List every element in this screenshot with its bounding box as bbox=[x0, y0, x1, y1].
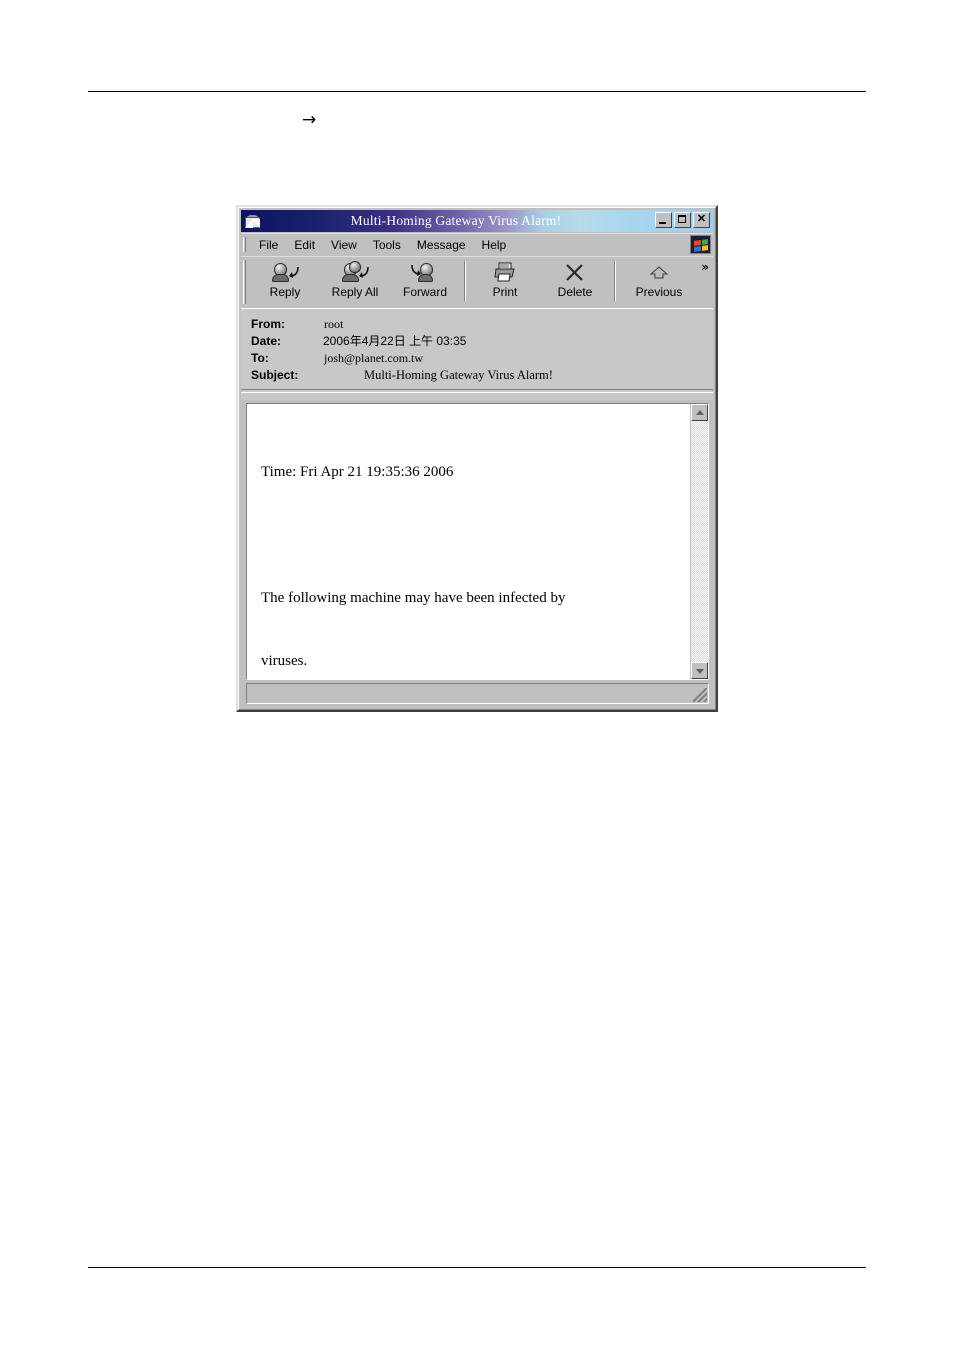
vertical-scrollbar[interactable] bbox=[690, 404, 708, 679]
message-time-line: Time: Fri Apr 21 19:35:36 2006 bbox=[261, 464, 454, 480]
date-label: Date: bbox=[251, 334, 282, 348]
menu-item-message[interactable]: Message bbox=[409, 237, 474, 253]
message-header-panel: From: root Date: 2006年4月22日 上午 03:35 To:… bbox=[241, 308, 713, 400]
from-value: root bbox=[324, 317, 344, 331]
maximize-button[interactable] bbox=[674, 212, 691, 228]
forward-button[interactable]: Forward bbox=[390, 257, 460, 304]
scroll-up-button[interactable] bbox=[691, 404, 708, 421]
to-value: josh@planet.com.tw bbox=[324, 351, 424, 365]
header-row-subject: Subject: Multi-Homing Gateway Virus Alar… bbox=[241, 367, 713, 384]
message-body-pane: Time: Fri Apr 21 19:35:36 2006 The follo… bbox=[246, 403, 709, 680]
from-label: From: bbox=[251, 317, 285, 331]
printer-icon bbox=[490, 260, 520, 284]
delete-button[interactable]: Delete bbox=[540, 257, 610, 304]
reply-button[interactable]: Reply bbox=[250, 257, 320, 304]
scroll-down-button[interactable] bbox=[691, 662, 708, 679]
page-header-rule bbox=[88, 91, 866, 92]
menu-item-file[interactable]: File bbox=[251, 237, 286, 253]
subject-value: Multi-Homing Gateway Virus Alarm! bbox=[364, 368, 553, 382]
page-footer-rule bbox=[88, 1267, 866, 1268]
window-title: Multi-Homing Gateway Virus Alarm! bbox=[350, 213, 562, 228]
menu-item-help[interactable]: Help bbox=[474, 237, 515, 253]
reply-all-button[interactable]: Reply All bbox=[320, 257, 390, 304]
message-text[interactable]: Time: Fri Apr 21 19:35:36 2006 The follo… bbox=[247, 404, 690, 679]
message-spacer-1 bbox=[261, 525, 680, 546]
status-bar bbox=[246, 683, 709, 704]
envelope-icon bbox=[244, 214, 261, 229]
reply-icon bbox=[270, 260, 300, 284]
menu-item-view[interactable]: View bbox=[323, 237, 365, 253]
windows-flag-icon[interactable] bbox=[690, 235, 711, 254]
email-window: Multi-Homing Gateway Virus Alarm! ✕ File… bbox=[236, 205, 718, 712]
menu-item-edit[interactable]: Edit bbox=[286, 237, 323, 253]
menu-item-tools[interactable]: Tools bbox=[365, 237, 409, 253]
toolbar-grip-handle[interactable] bbox=[243, 260, 246, 304]
message-notice-line-1: The following machine may have been infe… bbox=[261, 590, 566, 606]
arrow-marker: → bbox=[302, 110, 317, 130]
reply-all-icon bbox=[340, 260, 370, 284]
toolbar-overflow-icon[interactable]: » bbox=[701, 260, 709, 274]
previous-button[interactable]: Previous bbox=[620, 257, 698, 304]
minimize-button[interactable] bbox=[655, 212, 672, 228]
printer-glyph bbox=[494, 262, 515, 282]
previous-label: Previous bbox=[635, 285, 683, 299]
reply-all-label: Reply All bbox=[331, 285, 379, 299]
forward-arrow-glyph bbox=[411, 264, 421, 276]
date-value: 2006年4月22日 上午 03:35 bbox=[323, 334, 467, 348]
to-label: To: bbox=[251, 351, 269, 365]
close-button[interactable]: ✕ bbox=[693, 212, 710, 228]
resize-grip[interactable] bbox=[693, 688, 707, 702]
print-button[interactable]: Print bbox=[470, 257, 540, 304]
delete-label: Delete bbox=[557, 285, 593, 299]
window-controls: ✕ bbox=[655, 212, 710, 228]
reply-arrow-glyph bbox=[289, 266, 299, 278]
up-arrow-icon bbox=[644, 260, 674, 284]
print-label: Print bbox=[492, 285, 518, 299]
toolbar-separator-2 bbox=[614, 261, 616, 301]
delete-x-glyph bbox=[566, 264, 583, 281]
up-arrow-glyph bbox=[650, 266, 668, 279]
menu-bar: File Edit View Tools Message Help bbox=[241, 233, 713, 255]
forward-icon bbox=[410, 260, 440, 284]
delete-x-icon bbox=[560, 260, 590, 284]
reply-label: Reply bbox=[269, 285, 301, 299]
subject-label: Subject: bbox=[251, 368, 299, 382]
forward-label: Forward bbox=[402, 285, 447, 299]
header-divider bbox=[241, 389, 713, 393]
message-notice-line-2: viruses. bbox=[261, 653, 308, 669]
window-inner-frame: Multi-Homing Gateway Virus Alarm! ✕ File… bbox=[238, 207, 716, 710]
title-bar[interactable]: Multi-Homing Gateway Virus Alarm! ✕ bbox=[241, 210, 713, 232]
header-row-date: Date: 2006年4月22日 上午 03:35 bbox=[241, 333, 713, 350]
menu-grip-handle[interactable] bbox=[243, 237, 246, 252]
header-row-to: To: josh@planet.com.tw bbox=[241, 350, 713, 367]
toolbar: Reply Reply All Forward Print Delete Pre… bbox=[241, 256, 713, 308]
toolbar-separator-1 bbox=[464, 261, 466, 301]
reply-all-arrow-glyph bbox=[359, 266, 369, 278]
header-row-from: From: root bbox=[241, 316, 713, 333]
